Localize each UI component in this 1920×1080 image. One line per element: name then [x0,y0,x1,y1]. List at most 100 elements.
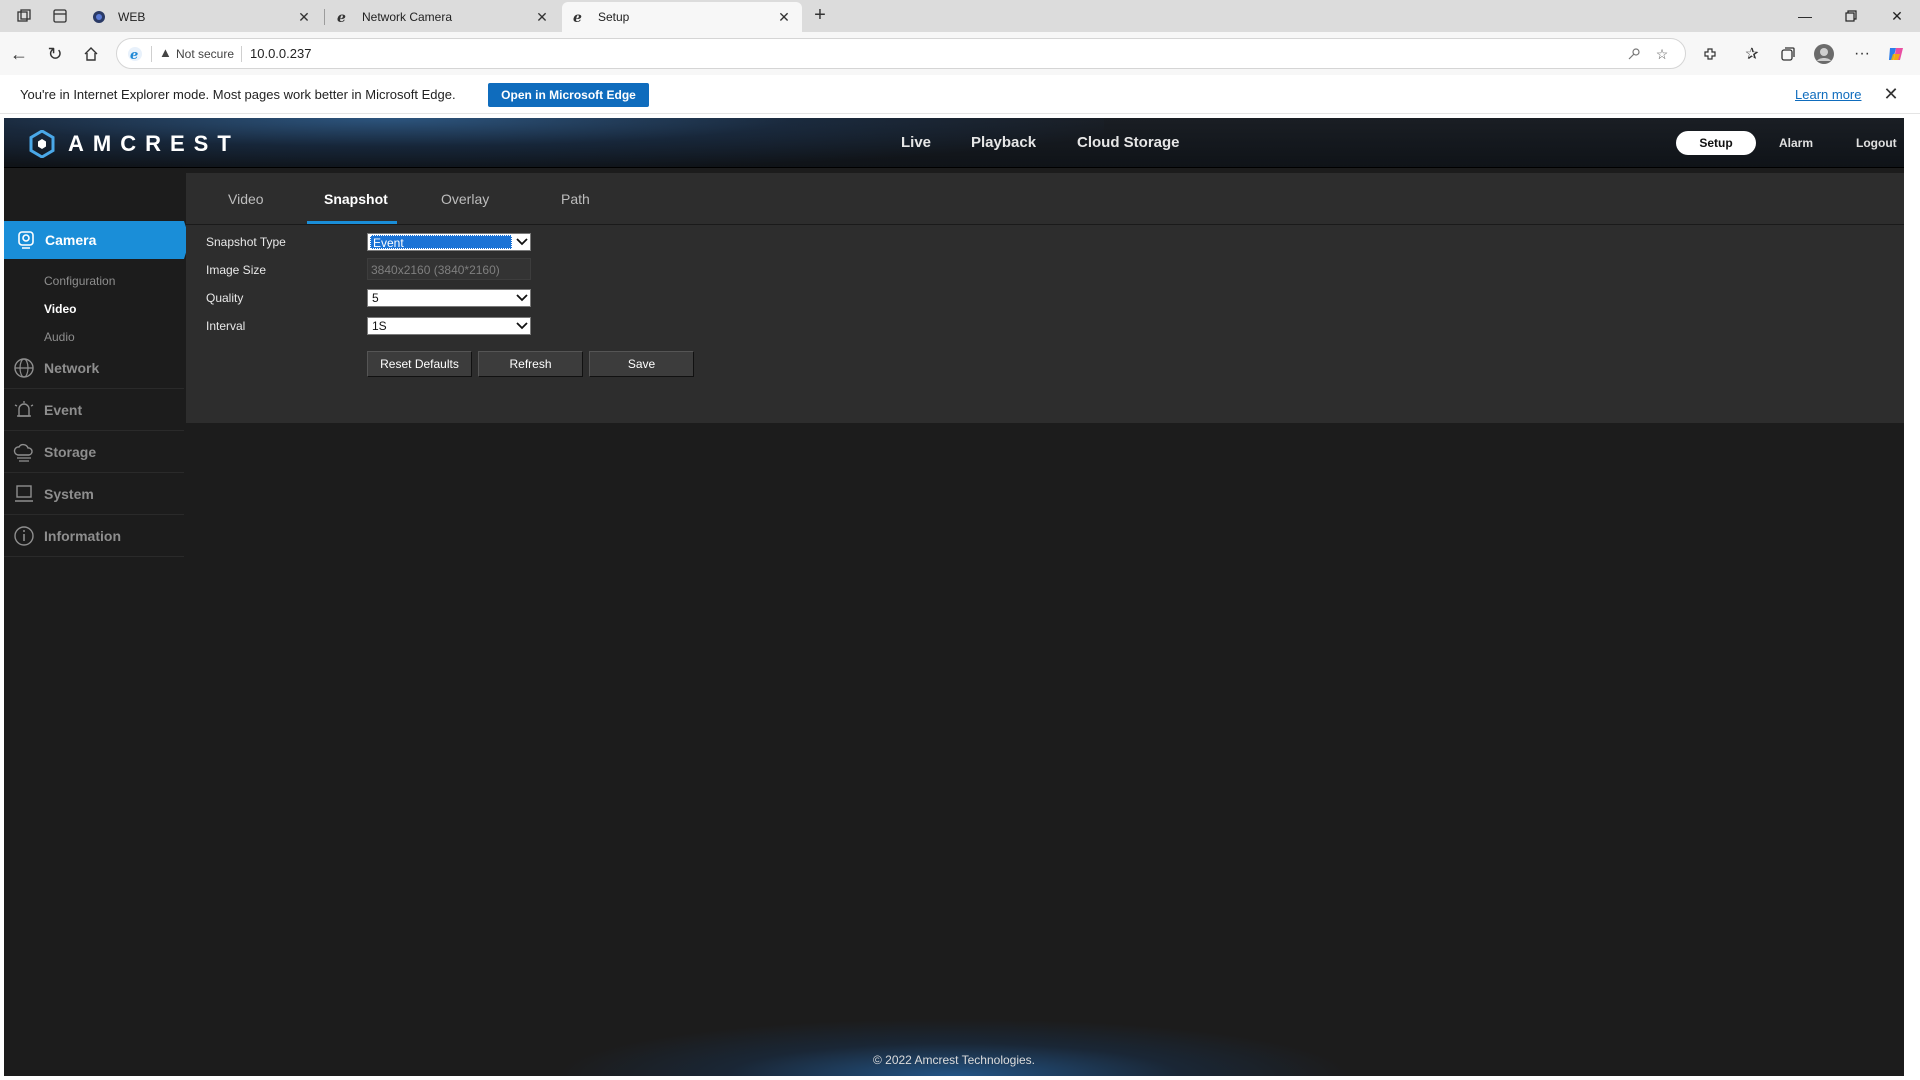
browser-tab-network-camera[interactable]: e Network Camera ✕ [326,2,560,32]
minimize-icon[interactable]: — [1790,4,1820,28]
sidebar-item-label: Camera [45,232,97,248]
alarm-link[interactable]: Alarm [1779,136,1813,150]
camera-icon [18,231,34,249]
close-icon[interactable]: ✕ [1880,83,1902,105]
favorite-star-icon[interactable]: ☆ [1653,45,1671,63]
collections-icon[interactable] [1776,42,1800,66]
nav-playback[interactable]: Playback [971,134,1036,151]
chevron-down-icon [514,291,529,305]
brand-name: AMCREST [68,131,240,156]
footer-copyright: © 2022 Amcrest Technologies. [872,1053,1036,1067]
security-label[interactable]: Not secure [176,47,234,61]
image-size-label: Image Size [206,263,267,277]
active-tab-indicator [307,221,397,224]
infobar-message: You're in Internet Explorer mode. Most p… [20,87,456,102]
ie-mode-infobar: You're in Internet Explorer mode. Most p… [0,75,1920,114]
tab-title: Setup [598,10,630,24]
snapshot-type-select[interactable]: Event [367,233,531,251]
logout-link[interactable]: Logout [1856,136,1897,150]
amcrest-logo: AMCREST [28,130,240,158]
network-globe-icon [13,357,35,379]
ie-icon: e [336,10,350,24]
sidebar-item-label: Network [44,359,100,376]
url-text[interactable]: 10.0.0.237 [250,46,311,61]
main-panel: Video Snapshot Overlay Path Snapshot Typ… [186,173,1904,423]
key-icon[interactable] [1625,45,1643,63]
window-close-icon[interactable]: ✕ [1882,4,1912,28]
sidebar-sub-video[interactable]: Video [44,302,76,316]
sidebar-item-system[interactable]: System [4,473,184,515]
tab-divider [324,9,325,25]
tab-overlay[interactable]: Overlay [441,191,489,207]
amcrest-app: AMCREST Live Playback Cloud Storage Setu… [4,118,1904,1076]
browser-tab-strip: WEB ✕ e Network Camera ✕ e Setup ✕ + — ✕ [0,0,1920,32]
extensions-icon[interactable] [1698,42,1722,66]
open-in-edge-button[interactable]: Open in Microsoft Edge [488,83,649,107]
more-menu-icon[interactable]: ··· [1850,42,1874,66]
sidebar-sub-audio[interactable]: Audio [44,330,75,344]
tab-actions-icon[interactable] [48,5,72,27]
close-icon[interactable]: ✕ [534,9,550,26]
sidebar-item-storage[interactable]: Storage [4,431,184,473]
chevron-down-icon [514,319,529,333]
learn-more-link[interactable]: Learn more [1795,87,1861,102]
new-tab-button[interactable]: + [808,4,832,28]
address-bar[interactable]: e ▲ Not secure 10.0.0.237 ☆ [116,38,1686,69]
profile-avatar[interactable] [1812,42,1836,66]
select-value: 5 [372,291,379,305]
ie-icon: e [572,10,586,24]
back-arrow-icon[interactable]: ← [6,41,32,67]
sidebar-sub-configuration[interactable]: Configuration [44,274,115,288]
workspaces-icon[interactable] [12,5,36,27]
sidebar-item-information[interactable]: Information [4,515,184,557]
close-icon[interactable]: ✕ [776,9,792,26]
sidebar-item-camera[interactable]: Camera [4,221,190,259]
sidebar-item-label: System [44,485,94,502]
sidebar-item-label: Event [44,401,83,418]
select-value: Event [370,235,512,250]
monitor-icon [13,483,35,505]
tab-snapshot[interactable]: Snapshot [324,191,388,207]
tab-path[interactable]: Path [561,191,590,207]
subtab-bar: Video Snapshot Overlay Path [186,173,1904,225]
select-value: 1S [372,319,387,333]
reset-defaults-button[interactable]: Reset Defaults [367,351,472,377]
save-button[interactable]: Save [589,351,694,377]
svg-text:e: e [573,10,582,24]
quality-select[interactable]: 5 [367,289,531,307]
sidebar-item-label: Storage [44,443,97,460]
refresh-icon[interactable]: ↻ [42,41,68,67]
nav-live[interactable]: Live [901,134,931,151]
interval-select[interactable]: 1S [367,317,531,335]
browser-tab-web[interactable]: WEB ✕ [82,2,322,32]
home-icon[interactable] [78,41,104,67]
address-divider [151,46,152,62]
copilot-icon[interactable] [1884,42,1908,66]
logo-hexagon-icon [29,130,55,158]
quality-label: Quality [206,291,244,305]
sidebar-item-event[interactable]: Event [4,389,184,431]
refresh-button[interactable]: Refresh [478,351,583,377]
tab-title: WEB [118,10,146,24]
nav-cloud-storage[interactable]: Cloud Storage [1077,134,1180,151]
warning-icon[interactable]: ▲ [159,45,172,60]
ie-mode-icon[interactable]: e [127,46,143,63]
setup-button[interactable]: Setup [1676,131,1756,155]
tab-title: Network Camera [362,10,453,24]
sidebar-item-label: Information [44,527,121,544]
sidebar: Camera Configuration Video Audio Network… [4,169,190,1076]
snapshot-type-label: Snapshot Type [206,235,286,249]
svg-text:e: e [337,10,346,24]
close-icon[interactable]: ✕ [296,9,312,26]
globe-icon [92,10,106,24]
image-size-field: 3840x2160 (3840*2160) [367,258,531,280]
app-header: AMCREST Live Playback Cloud Storage Setu… [4,118,1904,168]
favorites-icon[interactable]: ✰ [1740,42,1764,66]
browser-toolbar: ← ↻ e ▲ Not secure 10.0.0.237 ☆ ✰ ··· [0,32,1920,75]
info-icon [13,525,35,547]
footer-glow [554,1018,1354,1076]
tab-video[interactable]: Video [228,191,264,207]
browser-tab-setup[interactable]: e Setup ✕ [562,2,802,32]
sidebar-item-network[interactable]: Network [4,347,184,389]
restore-icon[interactable] [1836,4,1866,28]
